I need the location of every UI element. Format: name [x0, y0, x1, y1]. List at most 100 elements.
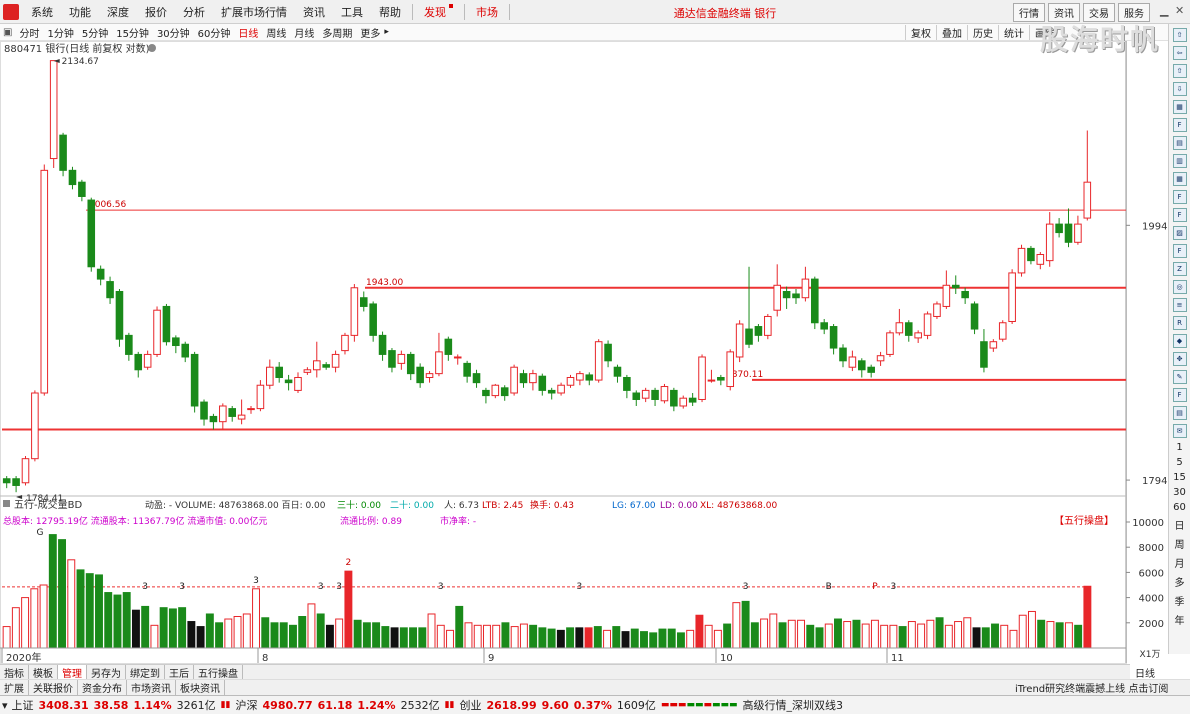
mail-icon[interactable]: ✉: [1172, 424, 1187, 438]
volume-bar: [972, 627, 981, 649]
period-shortcut-0[interactable]: 1: [1169, 442, 1190, 453]
kline-chart[interactable]: 880471 银行(日线 前复权 对数)2006.561943.001870.1…: [0, 41, 1168, 664]
volume-bar: [233, 616, 242, 649]
vol-tick-label-0: 10000: [1132, 518, 1164, 529]
indicator-icon[interactable]: ▥: [1172, 154, 1187, 168]
menu-discover[interactable]: 发现: [416, 3, 461, 20]
menu-market[interactable]: 市场: [468, 4, 506, 20]
period-2[interactable]: 5分钟: [78, 25, 112, 40]
period-6[interactable]: 日线: [234, 25, 262, 40]
vol-icon[interactable]: ◎: [1172, 280, 1187, 294]
history-button[interactable]: 历史: [967, 25, 998, 40]
indicator-tab-2[interactable]: 管理: [58, 664, 87, 680]
info-tab-1[interactable]: 关联报价: [29, 680, 78, 695]
period-shortcut-1[interactable]: 5: [1169, 457, 1190, 468]
indicator-tab-0[interactable]: 指标: [0, 664, 29, 680]
more-arrow-icon[interactable]: ▸: [384, 27, 389, 37]
volume-icon[interactable]: ▾: [0, 699, 12, 712]
adjust-button[interactable]: 复权: [905, 25, 936, 40]
menu-item-5[interactable]: 扩展市场行情: [213, 4, 295, 20]
candle: [585, 374, 594, 381]
indicator-tab-6[interactable]: 五行操盘: [194, 664, 243, 680]
rank-icon[interactable]: ▨: [1172, 226, 1187, 240]
f10-icon[interactable]: F: [1172, 118, 1187, 132]
indicator-tab-3[interactable]: 另存为: [87, 664, 126, 680]
compass-icon[interactable]: ◆: [1172, 334, 1187, 348]
menu-item-8[interactable]: 帮助: [371, 4, 409, 20]
wuxing-tag: 【五行操盘】: [1054, 514, 1114, 527]
period-shortcut-6[interactable]: 周: [1169, 536, 1190, 551]
volume-bar: [704, 624, 713, 649]
fio-icon[interactable]: F: [1172, 190, 1187, 204]
volume-bar: [981, 627, 990, 649]
period-shortcut-9[interactable]: 季: [1169, 593, 1190, 608]
candle: [839, 347, 847, 362]
close-icon[interactable]: ✕: [1175, 4, 1184, 17]
candle: [491, 384, 500, 397]
calc-icon[interactable]: ▤: [1172, 406, 1187, 420]
candle: [660, 386, 669, 402]
fz-icon[interactable]: F: [1172, 244, 1187, 258]
period-10[interactable]: 更多: [356, 25, 384, 40]
zoom-icon[interactable]: Z: [1172, 262, 1187, 276]
period-shortcut-7[interactable]: 月: [1169, 555, 1190, 570]
indicator-tab-4[interactable]: 绑定到: [126, 664, 165, 680]
menu-icon[interactable]: ≡: [1172, 298, 1187, 312]
fs-icon[interactable]: F: [1172, 388, 1187, 402]
period-5[interactable]: 60分钟: [194, 25, 235, 40]
move-icon[interactable]: ✥: [1172, 352, 1187, 366]
grid-icon[interactable]: ▦: [1172, 100, 1187, 114]
indicator-tab-5[interactable]: 王后: [165, 664, 194, 680]
rsi-icon[interactable]: R: [1172, 316, 1187, 330]
menu-item-4[interactable]: 分析: [175, 4, 213, 20]
period-8[interactable]: 月线: [290, 25, 318, 40]
menu-item-6[interactable]: 资讯: [295, 4, 333, 20]
fund-icon[interactable]: F: [1172, 208, 1187, 222]
arrow-up2-icon[interactable]: ⇧: [1172, 64, 1187, 78]
menu-item-3[interactable]: 报价: [137, 4, 175, 20]
volume-bar: [907, 621, 916, 649]
volume-bar: [1000, 624, 1009, 649]
chart-icon[interactable]: ▤: [1172, 136, 1187, 150]
period-shortcut-4[interactable]: 60: [1169, 502, 1190, 513]
arrow-down-icon[interactable]: ⇩: [1172, 82, 1187, 96]
period-7[interactable]: 周线: [262, 25, 290, 40]
info-tab-2[interactable]: 资金分布: [78, 680, 127, 695]
arrow-up-icon[interactable]: ⇧: [1172, 28, 1187, 42]
period-shortcut-3[interactable]: 30: [1169, 487, 1190, 498]
volume-bar: [944, 624, 953, 649]
indicator-menu-icon[interactable]: [3, 500, 10, 507]
stats-button[interactable]: 统计: [998, 25, 1029, 40]
table-icon[interactable]: ▦: [1172, 172, 1187, 186]
menu-item-1[interactable]: 功能: [61, 4, 99, 20]
overlay-button[interactable]: 叠加: [936, 25, 967, 40]
period-shortcut-8[interactable]: 多: [1169, 574, 1190, 589]
minimize-icon[interactable]: ▁: [1160, 4, 1168, 17]
tool-icon[interactable]: ▣: [0, 27, 15, 38]
itrend-link[interactable]: iTrend研究终端震撼上线 点击订阅: [1015, 680, 1168, 695]
indicator-tab-1[interactable]: 模板: [29, 664, 58, 680]
info-tab-4[interactable]: 板块资讯: [176, 680, 225, 695]
period-0[interactable]: 分时: [15, 25, 43, 40]
menu-item-2[interactable]: 深度: [99, 4, 137, 20]
period-4[interactable]: 30分钟: [153, 25, 194, 40]
arrow-left-icon[interactable]: ⇦: [1172, 46, 1187, 60]
volume-bar: [335, 618, 344, 649]
period-shortcut-5[interactable]: 日: [1169, 517, 1190, 532]
period-3[interactable]: 15分钟: [112, 25, 153, 40]
vol-tick-label-2: 6000: [1139, 568, 1164, 579]
volume-bar: [168, 608, 177, 649]
info-tab-3[interactable]: 市场资讯: [127, 680, 176, 695]
menu-item-0[interactable]: 系统: [23, 4, 61, 20]
menu-item-7[interactable]: 工具: [333, 4, 371, 20]
info-tab-0[interactable]: 扩展: [0, 680, 29, 695]
period-9[interactable]: 多周期: [318, 25, 356, 40]
pencil-icon[interactable]: ✎: [1172, 370, 1187, 384]
candle: [961, 290, 969, 299]
period-1[interactable]: 1分钟: [43, 25, 77, 40]
volume-bar: [390, 627, 399, 649]
period-shortcut-2[interactable]: 15: [1169, 472, 1190, 483]
dropdown-circle-icon[interactable]: [148, 44, 156, 52]
period-shortcut-10[interactable]: 年: [1169, 612, 1190, 627]
period-items: 分时 1分钟 5分钟 15分钟 30分钟 60分钟 日线 周线 月线 多周期 更多: [15, 25, 384, 40]
